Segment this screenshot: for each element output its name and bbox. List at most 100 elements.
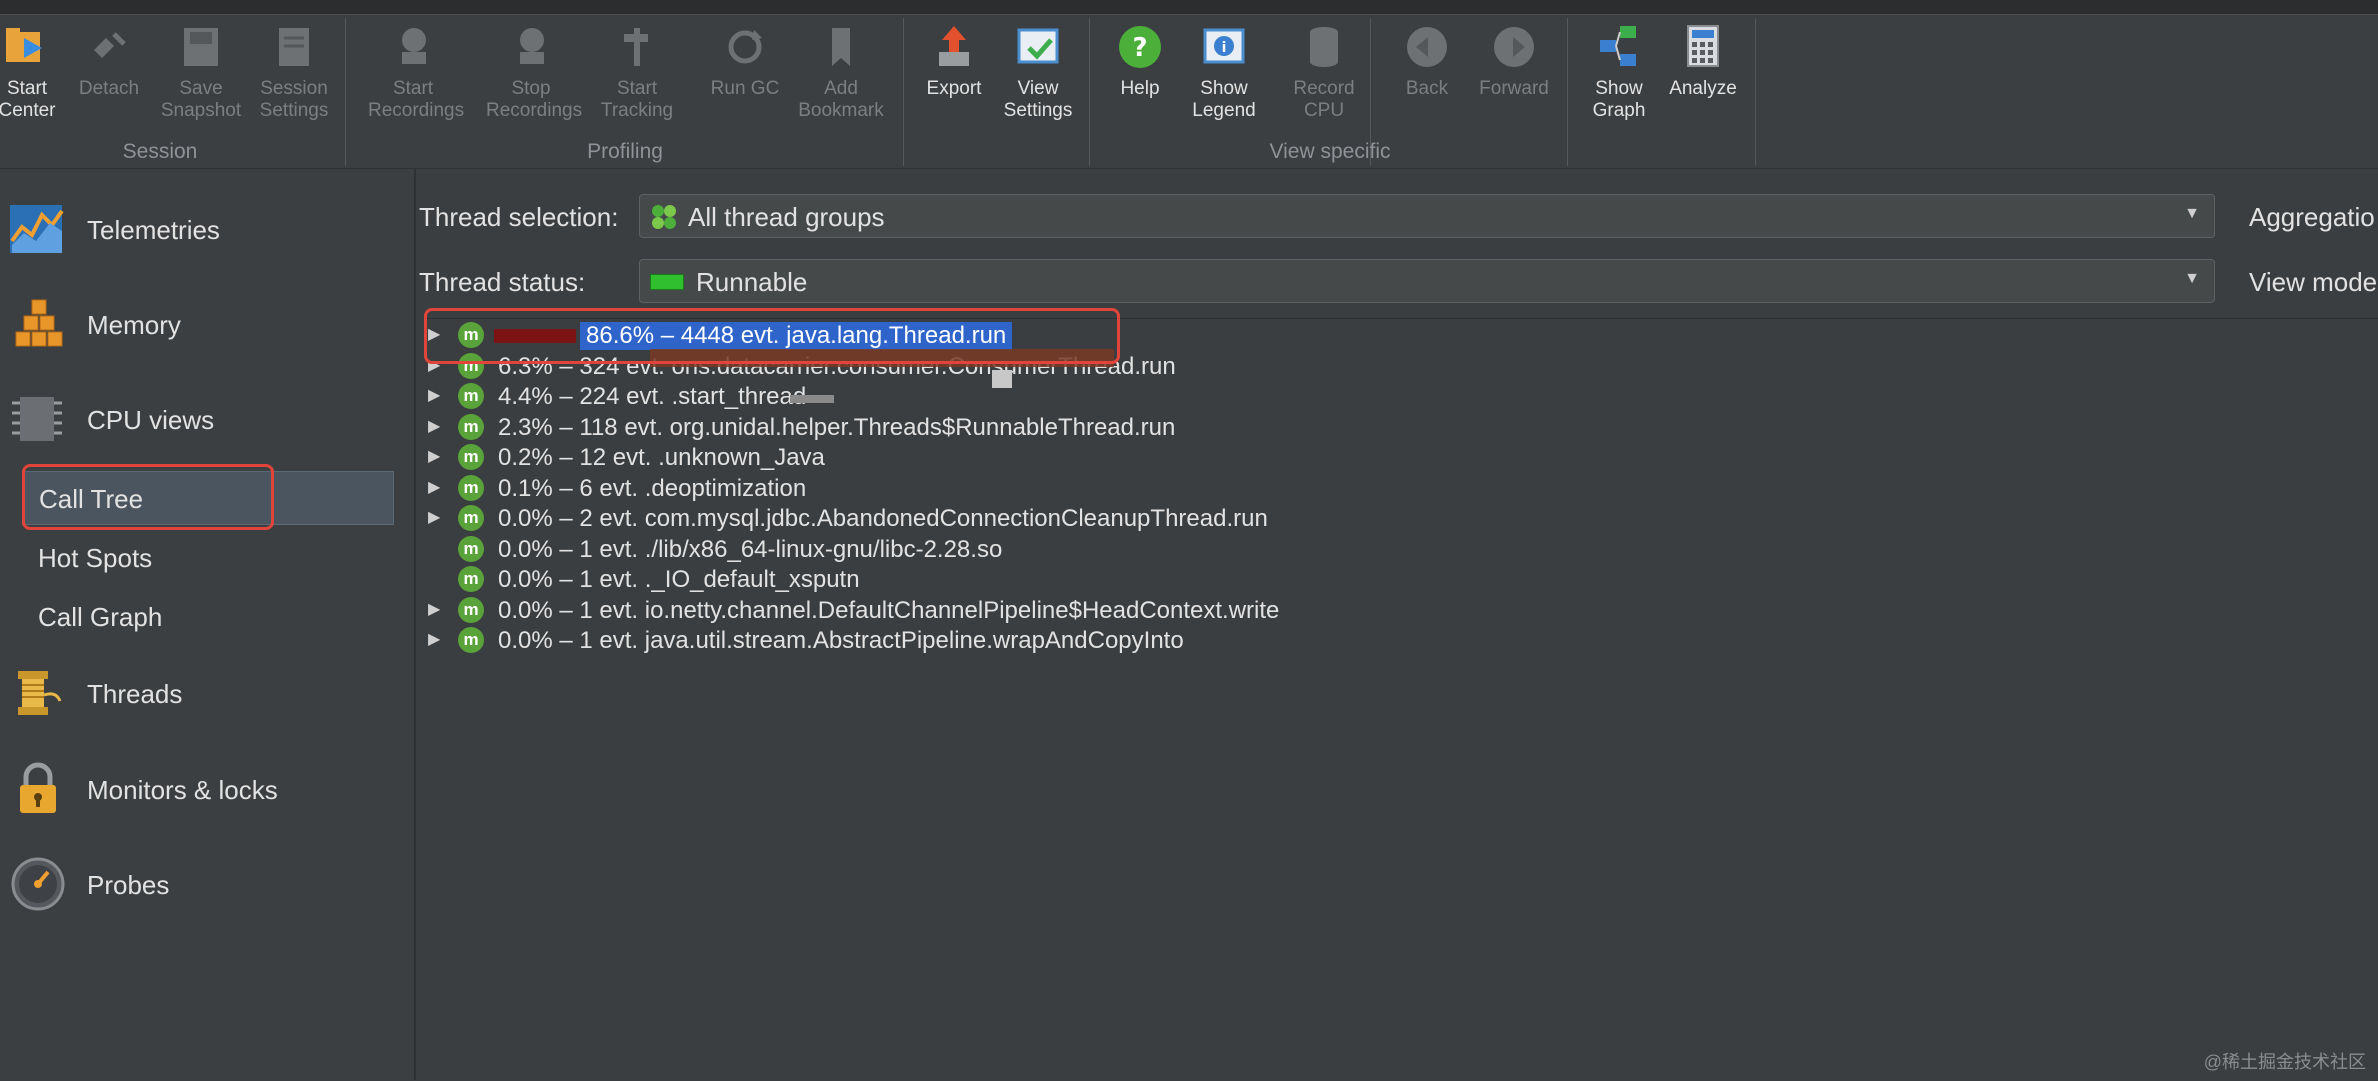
sidebar-item-probes[interactable]: Probes (0, 844, 414, 924)
run-gc-label: Run GC (710, 78, 780, 99)
method-icon: m (458, 627, 484, 653)
sidebar-item-label: Hot Spots (38, 543, 153, 573)
chevron-down-icon: ▼ (2184, 205, 2200, 222)
help-label: Help (1120, 78, 1160, 99)
expand-arrow-icon[interactable]: ▶ (428, 477, 440, 497)
show-graph-icon (1600, 26, 1636, 66)
aggregation-label: Aggregatio (2249, 202, 2375, 232)
runnable-status-icon (650, 274, 684, 290)
tree-row-text: 0.0% – 1 evt. java.util.stream.AbstractP… (498, 627, 1184, 654)
back-button[interactable]: Back (1382, 22, 1472, 100)
sidebar-item-label: Call Graph (38, 602, 163, 632)
method-icon: m (458, 475, 484, 501)
tree-row-text: 0.0% – 2 evt. com.mysql.jdbc.AbandonedCo… (498, 505, 1268, 532)
add-bookmark-button[interactable]: Add Bookmark (796, 22, 886, 122)
sidebar-item-cpu-views[interactable]: CPU views (0, 379, 414, 459)
run-gc-button[interactable]: Run GC (700, 22, 790, 100)
view-mode-label: View mode (2249, 267, 2378, 297)
tree-row-text: 2.3% – 118 evt. org.unidal.helper.Thread… (498, 414, 1176, 441)
forward-icon (1494, 27, 1534, 67)
expand-arrow-icon[interactable]: ▶ (428, 446, 440, 466)
annotation-highlight-box (22, 464, 274, 530)
view-settings-button[interactable]: View Settings (993, 22, 1083, 122)
toolbar: Start Center Detach Save Snapshot Sessio… (0, 0, 2378, 169)
method-icon: m (458, 566, 484, 592)
watermark: @稀土掘金技术社区 (2203, 1052, 2366, 1072)
tree-row[interactable]: ▶ m 0.0% – 2 evt. com.mysql.jdbc.Abandon… (424, 504, 2324, 534)
show-graph-button[interactable]: Show Graph (1574, 22, 1664, 122)
show-graph-label: Show Graph (1592, 78, 1646, 121)
expand-arrow-icon[interactable]: ▶ (428, 629, 440, 649)
analyze-button[interactable]: Analyze (1658, 22, 1748, 100)
show-legend-button[interactable]: i Show Legend (1179, 22, 1269, 122)
sidebar-item-memory[interactable]: Memory (0, 284, 414, 364)
start-recordings-button[interactable]: Start Recordings (368, 22, 465, 122)
method-icon: m (458, 536, 484, 562)
sidebar-item-threads[interactable]: Threads (0, 653, 414, 733)
group-profiling-label: Profiling (587, 140, 663, 163)
stop-recordings-button[interactable]: Stop Recordings (486, 22, 582, 122)
save-snapshot-label: Save Snapshot (160, 78, 242, 121)
svg-text:i: i (1222, 40, 1227, 56)
export-label: Export (926, 78, 982, 99)
show-legend-label: Show Legend (1192, 78, 1256, 121)
export-button[interactable]: Export (909, 22, 999, 100)
back-icon (1407, 27, 1447, 67)
sidebar: Telemetries Memory CPU views Call Tree H… (0, 169, 416, 1080)
stop-recordings-icon (520, 28, 544, 64)
expand-arrow-icon[interactable]: ▶ (428, 599, 440, 619)
redaction-mark (790, 395, 834, 403)
view-settings-label: View Settings (1003, 78, 1073, 121)
tree-row[interactable]: ▶ m 4.4% – 224 evt. .start_thread (424, 382, 2324, 412)
tree-row-text: 4.4% – 224 evt. .start_thread (498, 383, 807, 410)
sidebar-item-monitors-locks[interactable]: Monitors & locks (0, 749, 414, 829)
start-center-button[interactable]: Start Center (0, 22, 72, 122)
group-session-label: Session (122, 140, 198, 163)
detach-button[interactable]: Detach (64, 22, 154, 100)
thread-selection-dropdown[interactable]: All thread groups ▼ (639, 194, 2215, 238)
help-button[interactable]: ? Help (1095, 22, 1185, 100)
thread-status-dropdown[interactable]: Runnable ▼ (639, 259, 2215, 303)
sidebar-item-label: Threads (87, 679, 183, 709)
sidebar-item-hot-spots[interactable]: Hot Spots (22, 531, 392, 583)
start-tracking-icon (624, 28, 648, 66)
analyze-label: Analyze (1669, 78, 1737, 99)
save-snapshot-button[interactable]: Save Snapshot (156, 22, 246, 122)
call-tree: ▶ m 86.6% – 4448 evt. java.lang.Thread.r… (424, 318, 2378, 1081)
tree-row[interactable]: ▶ m 0.2% – 12 evt. .unknown_Java (424, 443, 2324, 473)
tree-row[interactable]: ▶ m 0.1% – 6 evt. .deoptimization (424, 474, 2324, 504)
export-icon (939, 26, 969, 66)
expand-arrow-icon[interactable]: ▶ (428, 416, 440, 436)
start-center-icon (6, 28, 42, 62)
tree-row[interactable]: ▶ m 0.0% – 1 evt. java.util.stream.Abstr… (424, 626, 2324, 656)
record-cpu-button[interactable]: Record CPU (1279, 22, 1369, 122)
start-recordings-label: Start Recordings (368, 78, 465, 121)
tree-row-text: 0.0% – 1 evt. io.netty.channel.DefaultCh… (498, 597, 1280, 624)
toolbar-separator (1755, 18, 1756, 166)
cpu-views-icon (12, 397, 62, 441)
expand-arrow-icon[interactable]: ▶ (428, 507, 440, 527)
method-icon: m (458, 505, 484, 531)
tree-row[interactable]: m 0.0% – 1 evt. ./lib/x86_64-linux-gnu/l… (424, 535, 2324, 565)
sidebar-item-label: Probes (87, 870, 170, 900)
forward-button[interactable]: Forward (1469, 22, 1559, 100)
sidebar-item-telemetries[interactable]: Telemetries (0, 189, 414, 269)
start-tracking-label: Start Tracking (600, 78, 674, 121)
tree-row-text: 0.0% – 1 evt. ./lib/x86_64-linux-gnu/lib… (498, 536, 1003, 563)
svg-text:?: ? (1132, 33, 1147, 63)
sidebar-item-call-graph[interactable]: Call Graph (22, 590, 392, 642)
method-icon: m (458, 444, 484, 470)
start-tracking-button[interactable]: Start Tracking (592, 22, 682, 122)
method-icon: m (458, 597, 484, 623)
thread-selection-value: All thread groups (688, 202, 885, 232)
threads-icon (18, 671, 62, 715)
lock-icon (20, 762, 56, 813)
expand-arrow-icon[interactable]: ▶ (428, 385, 440, 405)
tree-row[interactable]: ▶ m 0.0% – 1 evt. io.netty.channel.Defau… (424, 596, 2324, 626)
show-legend-icon: i (1203, 28, 1245, 64)
tree-row[interactable]: m 0.0% – 1 evt. ._IO_default_xsputn (424, 565, 2324, 595)
tree-row[interactable]: ▶ m 2.3% – 118 evt. org.unidal.helper.Th… (424, 413, 2324, 443)
add-bookmark-label: Add Bookmark (798, 78, 884, 121)
tree-row-text: 0.1% – 6 evt. .deoptimization (498, 475, 807, 502)
session-settings-button[interactable]: Session Settings (249, 22, 339, 122)
